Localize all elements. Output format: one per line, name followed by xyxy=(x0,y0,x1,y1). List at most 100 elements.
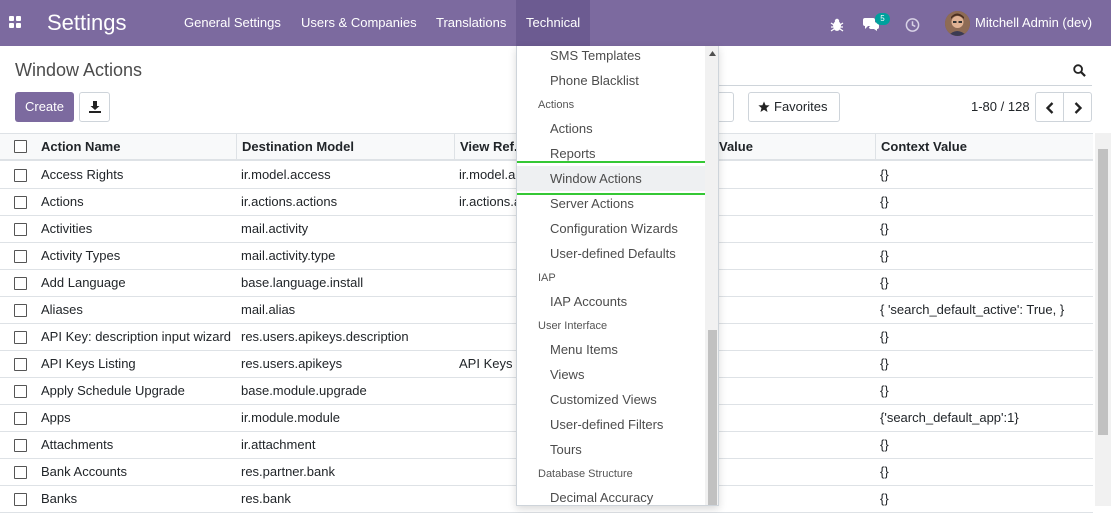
page-scrollbar[interactable] xyxy=(1095,133,1111,506)
pager-previous-button[interactable] xyxy=(1035,92,1064,122)
row-checkbox[interactable] xyxy=(14,358,27,371)
menu-item-decimal-accuracy[interactable]: Decimal Accuracy xyxy=(517,485,705,505)
cell-value xyxy=(714,189,875,215)
dropdown-scrollbar-thumb[interactable] xyxy=(708,330,717,505)
row-checkbox[interactable] xyxy=(14,439,27,452)
scroll-up-icon[interactable] xyxy=(709,51,716,56)
cell-destination-model: ir.actions.actions xyxy=(241,194,338,209)
cell-action-name: Banks xyxy=(41,491,78,506)
cell-action-name: API Key: description input wizard xyxy=(41,329,232,344)
bug-icon[interactable] xyxy=(829,15,845,35)
cell-value xyxy=(714,459,875,485)
cell-action-name: Bank Accounts xyxy=(41,464,127,479)
cell-destination-model: res.users.apikeys xyxy=(241,356,343,371)
cell-context-value: { 'search_default_active': True, } xyxy=(880,302,1065,317)
cell-destination-model: mail.activity.type xyxy=(241,248,336,263)
page-scrollbar-thumb[interactable] xyxy=(1098,149,1108,435)
menu-users-companies[interactable]: Users & Companies xyxy=(291,0,427,46)
cell-context-value: {} xyxy=(880,329,889,344)
cell-destination-model: res.partner.bank xyxy=(241,464,335,479)
user-avatar[interactable] xyxy=(945,11,970,36)
menu-item-server-actions[interactable]: Server Actions xyxy=(517,191,705,216)
cell-context-value: {'search_default_app':1} xyxy=(880,410,1019,425)
cell-action-name: Add Language xyxy=(41,275,126,290)
cell-context-value: {} xyxy=(880,248,889,263)
row-checkbox[interactable] xyxy=(14,493,27,506)
cell-destination-model: mail.activity xyxy=(241,221,309,236)
row-checkbox[interactable] xyxy=(14,169,27,182)
column-header-destination-model[interactable]: Destination Model xyxy=(236,134,454,160)
row-checkbox[interactable] xyxy=(14,304,27,317)
row-checkbox[interactable] xyxy=(14,331,27,344)
cell-destination-model: ir.attachment xyxy=(241,437,316,452)
cell-value xyxy=(714,378,875,404)
apps-icon[interactable] xyxy=(9,16,22,29)
create-button[interactable]: Create xyxy=(15,92,74,122)
row-checkbox[interactable] xyxy=(14,385,27,398)
cell-destination-model: mail.alias xyxy=(241,302,296,317)
technical-dropdown-menu: SMS Templates Phone Blacklist Actions Actio… xyxy=(516,46,719,506)
column-header-context-value[interactable]: Context Value xyxy=(875,134,1093,160)
cell-value xyxy=(714,486,875,512)
cell-value xyxy=(714,324,875,350)
menu-translations[interactable]: Translations xyxy=(426,0,516,46)
cell-context-value: {} xyxy=(880,275,889,290)
cell-action-name: Apply Schedule Upgrade xyxy=(41,383,185,398)
menu-general-settings[interactable]: General Settings xyxy=(174,0,291,46)
dropdown-section-actions: Actions xyxy=(538,99,575,111)
cell-destination-model: ir.module.module xyxy=(241,410,340,425)
cell-action-name: Attachments xyxy=(41,437,114,452)
cell-action-name: Actions xyxy=(41,194,84,209)
menu-item-user-defined-filters[interactable]: User-defined Filters xyxy=(517,412,705,437)
menu-item-views[interactable]: Views xyxy=(517,362,705,387)
select-all-checkbox[interactable] xyxy=(14,140,27,153)
menu-item-iap-accounts[interactable]: IAP Accounts xyxy=(517,289,705,314)
menu-item-phone-blacklist[interactable]: Phone Blacklist xyxy=(517,68,705,93)
user-name[interactable]: Mitchell Admin (dev) xyxy=(975,0,1092,46)
menu-item-sms-templates[interactable]: SMS Templates xyxy=(517,46,705,68)
search-input[interactable] xyxy=(710,58,1092,86)
menu-item-configuration-wizards[interactable]: Configuration Wizards xyxy=(517,216,705,241)
menu-item-actions[interactable]: Actions xyxy=(517,116,705,141)
pager-value[interactable]: 1-80 / 128 xyxy=(971,99,1030,114)
cell-value xyxy=(714,432,875,458)
app-title[interactable]: Settings xyxy=(47,9,127,37)
dropdown-section-iap: IAP xyxy=(538,272,556,284)
menu-item-user-defined-defaults[interactable]: User-defined Defaults xyxy=(517,241,705,266)
menu-item-tours[interactable]: Tours xyxy=(517,437,705,462)
dropdown-section-user-interface: User Interface xyxy=(538,320,608,332)
cell-context-value: {} xyxy=(880,437,889,452)
cell-context-value: {} xyxy=(880,221,889,236)
search-icon[interactable] xyxy=(1073,64,1086,77)
favorites-button[interactable]: Favorites xyxy=(748,92,840,122)
row-checkbox[interactable] xyxy=(14,250,27,263)
row-checkbox[interactable] xyxy=(14,223,27,236)
menu-item-customized-views[interactable]: Customized Views xyxy=(517,387,705,412)
cell-destination-model: res.bank xyxy=(241,491,291,506)
cell-context-value: {} xyxy=(880,491,889,506)
dropdown-scrollbar[interactable] xyxy=(705,46,718,505)
column-header-action-name[interactable]: Action Name xyxy=(36,134,236,160)
row-checkbox[interactable] xyxy=(14,277,27,290)
chevron-right-icon xyxy=(1074,102,1083,114)
download-button[interactable] xyxy=(79,92,110,122)
cell-value xyxy=(714,243,875,269)
cell-destination-model: base.language.install xyxy=(241,275,364,290)
chat-count-badge: 5 xyxy=(875,13,890,25)
cell-destination-model: base.module.upgrade xyxy=(241,383,367,398)
menu-technical[interactable]: Technical xyxy=(516,0,591,46)
clock-icon[interactable] xyxy=(905,15,920,35)
cell-context-value: {} xyxy=(880,194,889,209)
menu-item-window-actions[interactable]: Window Actions xyxy=(517,166,705,191)
dropdown-section-database-structure: Database Structure xyxy=(538,468,633,480)
row-checkbox[interactable] xyxy=(14,412,27,425)
cell-action-name: API Keys Listing xyxy=(41,356,136,371)
cell-context-value: {} xyxy=(880,356,889,371)
row-checkbox[interactable] xyxy=(14,196,27,209)
favorites-label: Favorites xyxy=(774,99,828,114)
menu-item-menu-items[interactable]: Menu Items xyxy=(517,337,705,362)
column-header-value[interactable]: Value xyxy=(714,134,875,160)
row-checkbox[interactable] xyxy=(14,466,27,479)
breadcrumb: Window Actions xyxy=(15,60,143,80)
pager-next-button[interactable] xyxy=(1063,92,1092,122)
